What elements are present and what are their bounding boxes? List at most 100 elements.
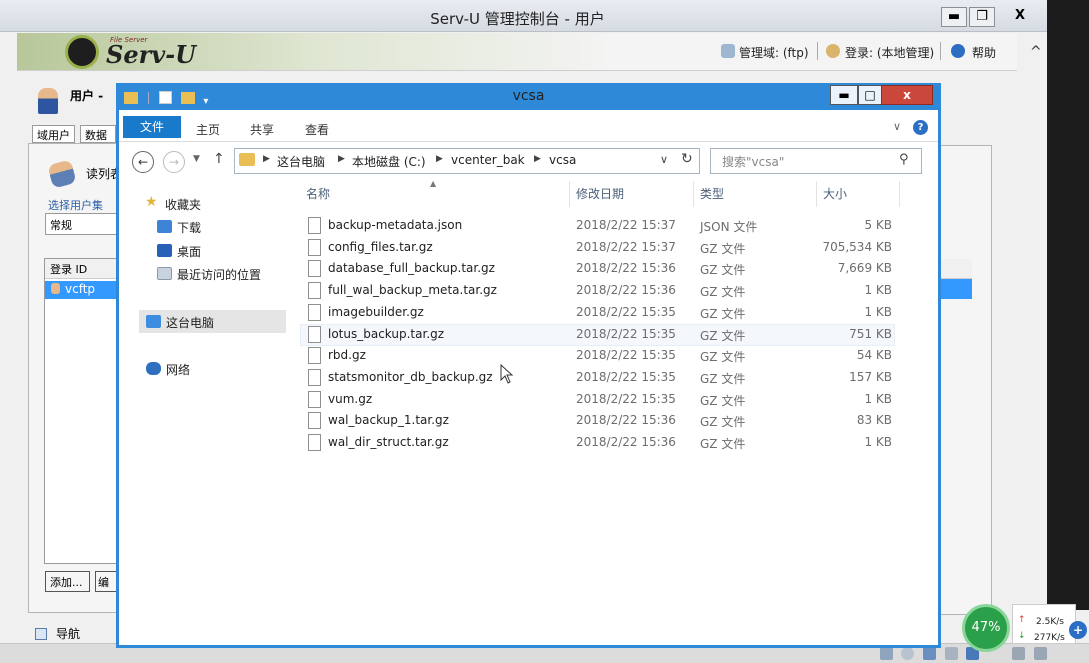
column-header-size[interactable]: 大小	[823, 185, 847, 202]
breadcrumb-vcsa[interactable]: vcsa	[549, 153, 576, 167]
domain-icon	[721, 44, 735, 58]
column-divider[interactable]	[693, 181, 694, 207]
login-link[interactable]: 登录: (本地管理)	[845, 44, 934, 61]
downloads-icon	[157, 220, 172, 233]
nav-network[interactable]: 网络	[166, 361, 190, 378]
tray-flag-icon	[1034, 647, 1047, 660]
address-dropdown-icon[interactable]: ∨	[660, 153, 668, 166]
column-header-modified[interactable]: 修改日期	[576, 185, 624, 202]
usage-percent-badge[interactable]: 47%	[962, 604, 1010, 652]
tab-database[interactable]: 数据库	[80, 125, 116, 143]
file-name: vum.gz	[328, 392, 373, 406]
domain-link[interactable]: 管理域: (ftp)	[739, 44, 809, 61]
file-row[interactable]: vum.gz 2018/2/22 15:35 GZ 文件 1 KB	[300, 389, 900, 411]
file-type: GZ 文件	[700, 263, 746, 277]
scroll-up-icon[interactable]: ^	[1030, 44, 1042, 60]
recent-locations-icon[interactable]: ▼	[193, 154, 200, 164]
user-icon	[826, 44, 840, 58]
explorer-close-button[interactable]: x	[881, 85, 933, 105]
nav-this-pc[interactable]: 这台电脑	[166, 314, 214, 331]
column-header-name[interactable]: 名称	[306, 185, 330, 202]
user-avatar-icon	[38, 88, 58, 114]
help-icon	[951, 44, 965, 58]
file-icon	[308, 347, 321, 364]
help-icon[interactable]: ?	[913, 120, 928, 135]
file-row[interactable]: statsmonitor_db_backup.gz 2018/2/22 15:35…	[300, 367, 900, 389]
file-modified: 2018/2/22 15:37	[576, 240, 676, 254]
search-input[interactable]: 搜索"vcsa"	[722, 153, 784, 170]
file-row[interactable]: config_files.tar.gz 2018/2/22 15:37 GZ 文件 7…	[300, 237, 900, 259]
tray-speaker-icon	[1012, 647, 1025, 660]
help-link[interactable]: 帮助	[972, 44, 996, 61]
search-icon[interactable]: ⚲	[899, 152, 909, 167]
file-size: 1 KB	[864, 392, 892, 406]
tab-home[interactable]: 主页	[196, 121, 220, 138]
edit-user-button[interactable]: 编	[95, 571, 117, 592]
explorer-maximize-button[interactable]: □	[858, 85, 882, 105]
file-modified: 2018/2/22 15:35	[576, 370, 676, 384]
this-pc-icon	[146, 315, 161, 328]
back-button[interactable]: ←	[132, 151, 154, 173]
refresh-icon[interactable]: ↻	[681, 151, 693, 167]
tab-domain-users[interactable]: 域用户	[32, 125, 75, 143]
file-type: GZ 文件	[700, 307, 746, 321]
column-divider[interactable]	[569, 181, 570, 207]
outer-close-button[interactable]: X	[997, 7, 1043, 27]
nav-recent[interactable]: 最近访问的位置	[177, 266, 261, 283]
outer-maximize-button[interactable]: ❐	[969, 7, 995, 27]
up-button[interactable]: ↑	[213, 151, 225, 167]
column-divider[interactable]	[816, 181, 817, 207]
file-row[interactable]: lotus_backup.tar.gz 2018/2/22 15:35 GZ 文件 7…	[300, 324, 900, 346]
sort-ascending-icon: ▲	[430, 179, 437, 188]
file-type: JSON 文件	[700, 220, 758, 234]
outer-minimize-button[interactable]: ▬	[941, 7, 967, 27]
breadcrumb-this-pc[interactable]: 这台电脑	[277, 153, 325, 170]
file-row[interactable]: database_full_backup.tar.gz 2018/2/22 15:…	[300, 258, 900, 280]
tab-view[interactable]: 查看	[305, 121, 329, 138]
file-icon	[308, 239, 321, 256]
header-divider	[940, 42, 941, 60]
user-group-select[interactable]: 常规	[45, 213, 117, 235]
add-icon[interactable]: +	[1069, 621, 1087, 639]
breadcrumb-separator[interactable]: ▶	[436, 154, 443, 164]
file-row[interactable]: rbd.gz 2018/2/22 15:35 GZ 文件 54 KB	[300, 345, 900, 367]
nav-desktop[interactable]: 桌面	[177, 243, 201, 260]
tray-globe-icon	[901, 647, 914, 660]
tab-file[interactable]: 文件	[123, 116, 181, 138]
breadcrumb-separator[interactable]: ▶	[263, 154, 270, 164]
ribbon	[119, 116, 938, 142]
breadcrumb-separator[interactable]: ▶	[534, 154, 541, 164]
file-row[interactable]: wal_dir_struct.tar.gz 2018/2/22 15:36 GZ 文…	[300, 432, 900, 454]
user-list	[44, 258, 118, 564]
recent-places-icon	[157, 267, 172, 280]
tab-share[interactable]: 共享	[250, 121, 274, 138]
select-user-group-label: 选择用户集	[48, 199, 103, 212]
add-user-button[interactable]: 添加...	[45, 571, 90, 592]
ribbon-expand-icon[interactable]: ∨	[893, 120, 901, 133]
column-divider[interactable]	[899, 181, 900, 207]
file-size: 1 KB	[864, 305, 892, 319]
file-modified: 2018/2/22 15:36	[576, 413, 676, 427]
file-row[interactable]: imagebuilder.gz 2018/2/22 15:35 GZ 文件 1 KB	[300, 302, 900, 324]
user-row-vcftp[interactable]: vcftp	[45, 281, 117, 299]
file-name: backup-metadata.json	[328, 218, 463, 232]
file-modified: 2018/2/22 15:36	[576, 283, 676, 297]
network-icon	[146, 362, 161, 375]
file-row[interactable]: backup-metadata.json 2018/2/22 15:37 JSON …	[300, 215, 900, 237]
login-id-column-header[interactable]: 登录 ID	[45, 259, 117, 279]
nav-downloads[interactable]: 下载	[177, 219, 201, 236]
servu-right-panel	[940, 145, 992, 615]
file-row[interactable]: full_wal_backup_meta.tar.gz 2018/2/22 15:…	[300, 280, 900, 302]
breadcrumb-vcenter-bak[interactable]: vcenter_bak	[451, 153, 525, 167]
file-type: GZ 文件	[700, 329, 746, 343]
file-row[interactable]: wal_backup_1.tar.gz 2018/2/22 15:36 GZ 文件 8…	[300, 410, 900, 432]
forward-button[interactable]: →	[163, 151, 185, 173]
breadcrumb-separator[interactable]: ▶	[338, 154, 345, 164]
column-header-type[interactable]: 类型	[700, 185, 724, 202]
nav-label[interactable]: 导航	[56, 625, 80, 642]
nav-favorites[interactable]: 收藏夹	[165, 196, 201, 213]
breadcrumb-drive[interactable]: 本地磁盘 (C:)	[352, 153, 426, 170]
file-icon	[308, 434, 321, 451]
explorer-minimize-button[interactable]: ▬	[830, 85, 858, 105]
file-name: imagebuilder.gz	[328, 305, 424, 319]
